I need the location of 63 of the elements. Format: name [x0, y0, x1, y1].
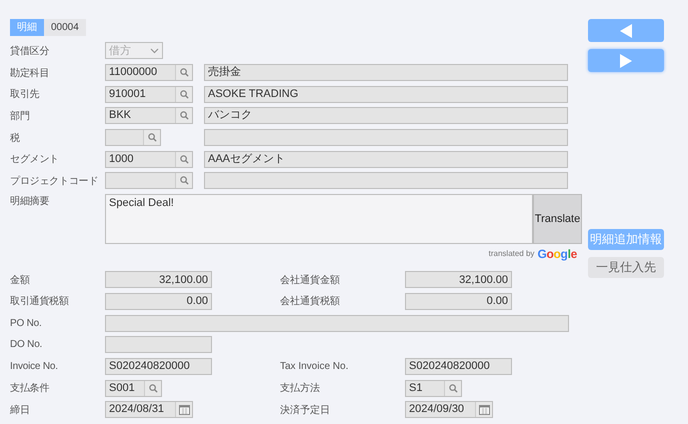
search-icon[interactable] — [448, 384, 458, 393]
field-label: 支払方法 — [280, 382, 321, 396]
search-icon[interactable] — [148, 384, 158, 393]
amount-field[interactable]: 32,100.00 — [105, 271, 212, 288]
field-label: Tax Invoice No. — [280, 360, 350, 372]
name-field: バンコク — [204, 107, 568, 124]
vendor-button[interactable]: 一見仕入先 — [588, 257, 664, 278]
lookup-field[interactable]: 2024/08/31 — [105, 401, 193, 418]
line-number: 00004 — [44, 19, 86, 36]
right-triangle-icon — [620, 54, 632, 68]
field-label: 決済予定日 — [280, 404, 331, 417]
search-icon[interactable] — [180, 154, 188, 164]
credit-text: translated by — [488, 249, 534, 258]
name-field: ASOKE TRADING — [204, 86, 568, 103]
next-button[interactable] — [588, 49, 664, 72]
field-label: PO No. — [10, 318, 43, 329]
field-label: セグメント — [10, 153, 60, 166]
lookup-field[interactable]: 2024/09/30 — [405, 401, 493, 418]
google-logo: Google — [537, 246, 577, 261]
text-field[interactable] — [105, 314, 569, 332]
field-label: 勘定科目 — [10, 66, 50, 80]
search-icon[interactable] — [180, 90, 188, 99]
search-icon[interactable] — [180, 176, 188, 186]
text-field[interactable]: S020240820000 — [105, 358, 212, 375]
lookup-field[interactable]: 11000000 — [105, 64, 193, 82]
chevron-down-icon — [150, 48, 159, 54]
memo-field[interactable]: Special Deal! — [105, 194, 533, 244]
field-label: 貸借区分 — [10, 44, 50, 58]
lookup-field[interactable]: 1000 — [105, 150, 193, 168]
lookup-field[interactable]: S001 — [105, 380, 162, 397]
field-label: DO No. — [10, 339, 44, 350]
field-label: 部門 — [10, 110, 31, 123]
previous-button[interactable] — [588, 19, 664, 42]
text-field[interactable]: S020240820000 — [405, 358, 512, 375]
field-label: 会社通貨金額 — [280, 274, 341, 287]
text-field[interactable] — [105, 336, 212, 354]
amount-field[interactable]: 0.00 — [405, 292, 512, 310]
name-field: 売掛金 — [204, 64, 568, 82]
field-label: 会社通貨税額 — [280, 294, 341, 308]
amount-field[interactable]: 0.00 — [105, 292, 212, 310]
field-label: プロジェクトコード — [10, 174, 100, 188]
lookup-field[interactable] — [105, 172, 193, 190]
lookup-field[interactable]: 910001 — [105, 86, 193, 103]
search-icon[interactable] — [180, 111, 188, 120]
lookup-field[interactable] — [105, 129, 161, 146]
left-triangle-icon — [620, 24, 632, 38]
field-label: 金額 — [10, 274, 31, 287]
field-label: 支払条件 — [10, 382, 50, 396]
calendar-icon[interactable] — [478, 404, 490, 415]
lookup-field[interactable]: BKK — [105, 107, 193, 124]
translate-button[interactable]: Translate — [533, 194, 582, 244]
field-label: Invoice No. — [10, 360, 59, 372]
field-label: 税 — [10, 132, 21, 145]
field-label: 締日 — [10, 404, 31, 417]
amount-field[interactable]: 32,100.00 — [405, 271, 512, 288]
field-label: 明細摘要 — [10, 194, 50, 208]
name-field: AAAセグメント — [204, 150, 568, 168]
calendar-icon[interactable] — [178, 404, 190, 415]
search-icon[interactable] — [180, 68, 188, 78]
lookup-field[interactable]: S1 — [405, 380, 462, 397]
field-label: 取引先 — [10, 88, 40, 102]
search-icon[interactable] — [148, 133, 156, 142]
field-label: 取引通貨税額 — [10, 294, 70, 308]
